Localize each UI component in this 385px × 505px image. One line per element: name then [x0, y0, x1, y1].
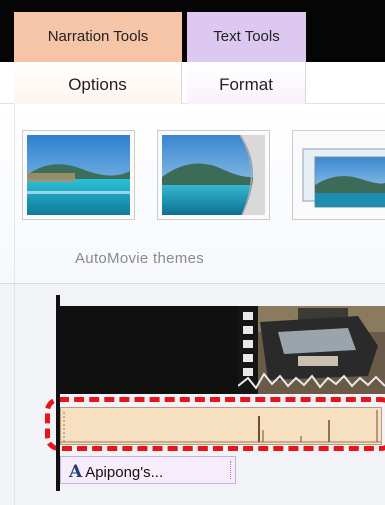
text-tools-tab[interactable]: Text Tools	[187, 12, 306, 62]
tab-format[interactable]: Format	[187, 62, 306, 104]
caption-label: Apipong's...	[85, 464, 164, 481]
automovie-theme-3[interactable]	[292, 130, 385, 220]
video-clip-black[interactable]	[60, 306, 238, 394]
tab-options[interactable]: Options	[14, 62, 182, 104]
theme-thumbnail-icon	[302, 148, 385, 208]
storyboard-pane: A Apipong's...	[0, 284, 385, 505]
narration-tools-tab[interactable]: Narration Tools	[14, 12, 182, 62]
contextual-tab-strip: Narration Tools Text Tools	[0, 0, 385, 62]
narration-audio-track[interactable]	[60, 407, 382, 445]
video-frame-icon	[238, 306, 385, 394]
caption-clip[interactable]: A Apipong's...	[60, 456, 236, 484]
automovie-themes-group-label: AutoMovie themes	[75, 250, 205, 267]
theme-thumbnail-icon	[27, 135, 130, 215]
ribbon-panel: AutoMovie themes	[0, 104, 385, 284]
caption-trim-handle[interactable]	[230, 461, 231, 479]
video-clip-thumbnail[interactable]	[238, 306, 385, 394]
playhead[interactable]	[56, 295, 60, 491]
pane-divider	[14, 284, 15, 505]
ribbon-tab-row: Options Format	[0, 62, 385, 104]
ribbon-divider	[14, 104, 15, 283]
theme-thumbnail-icon	[162, 135, 265, 215]
audio-waveform-icon	[61, 410, 381, 443]
movie-maker-window: Narration Tools Text Tools Options Forma…	[0, 0, 385, 505]
text-caption-icon: A	[69, 462, 83, 482]
automovie-theme-1[interactable]	[22, 130, 135, 220]
automovie-theme-2[interactable]	[157, 130, 270, 220]
